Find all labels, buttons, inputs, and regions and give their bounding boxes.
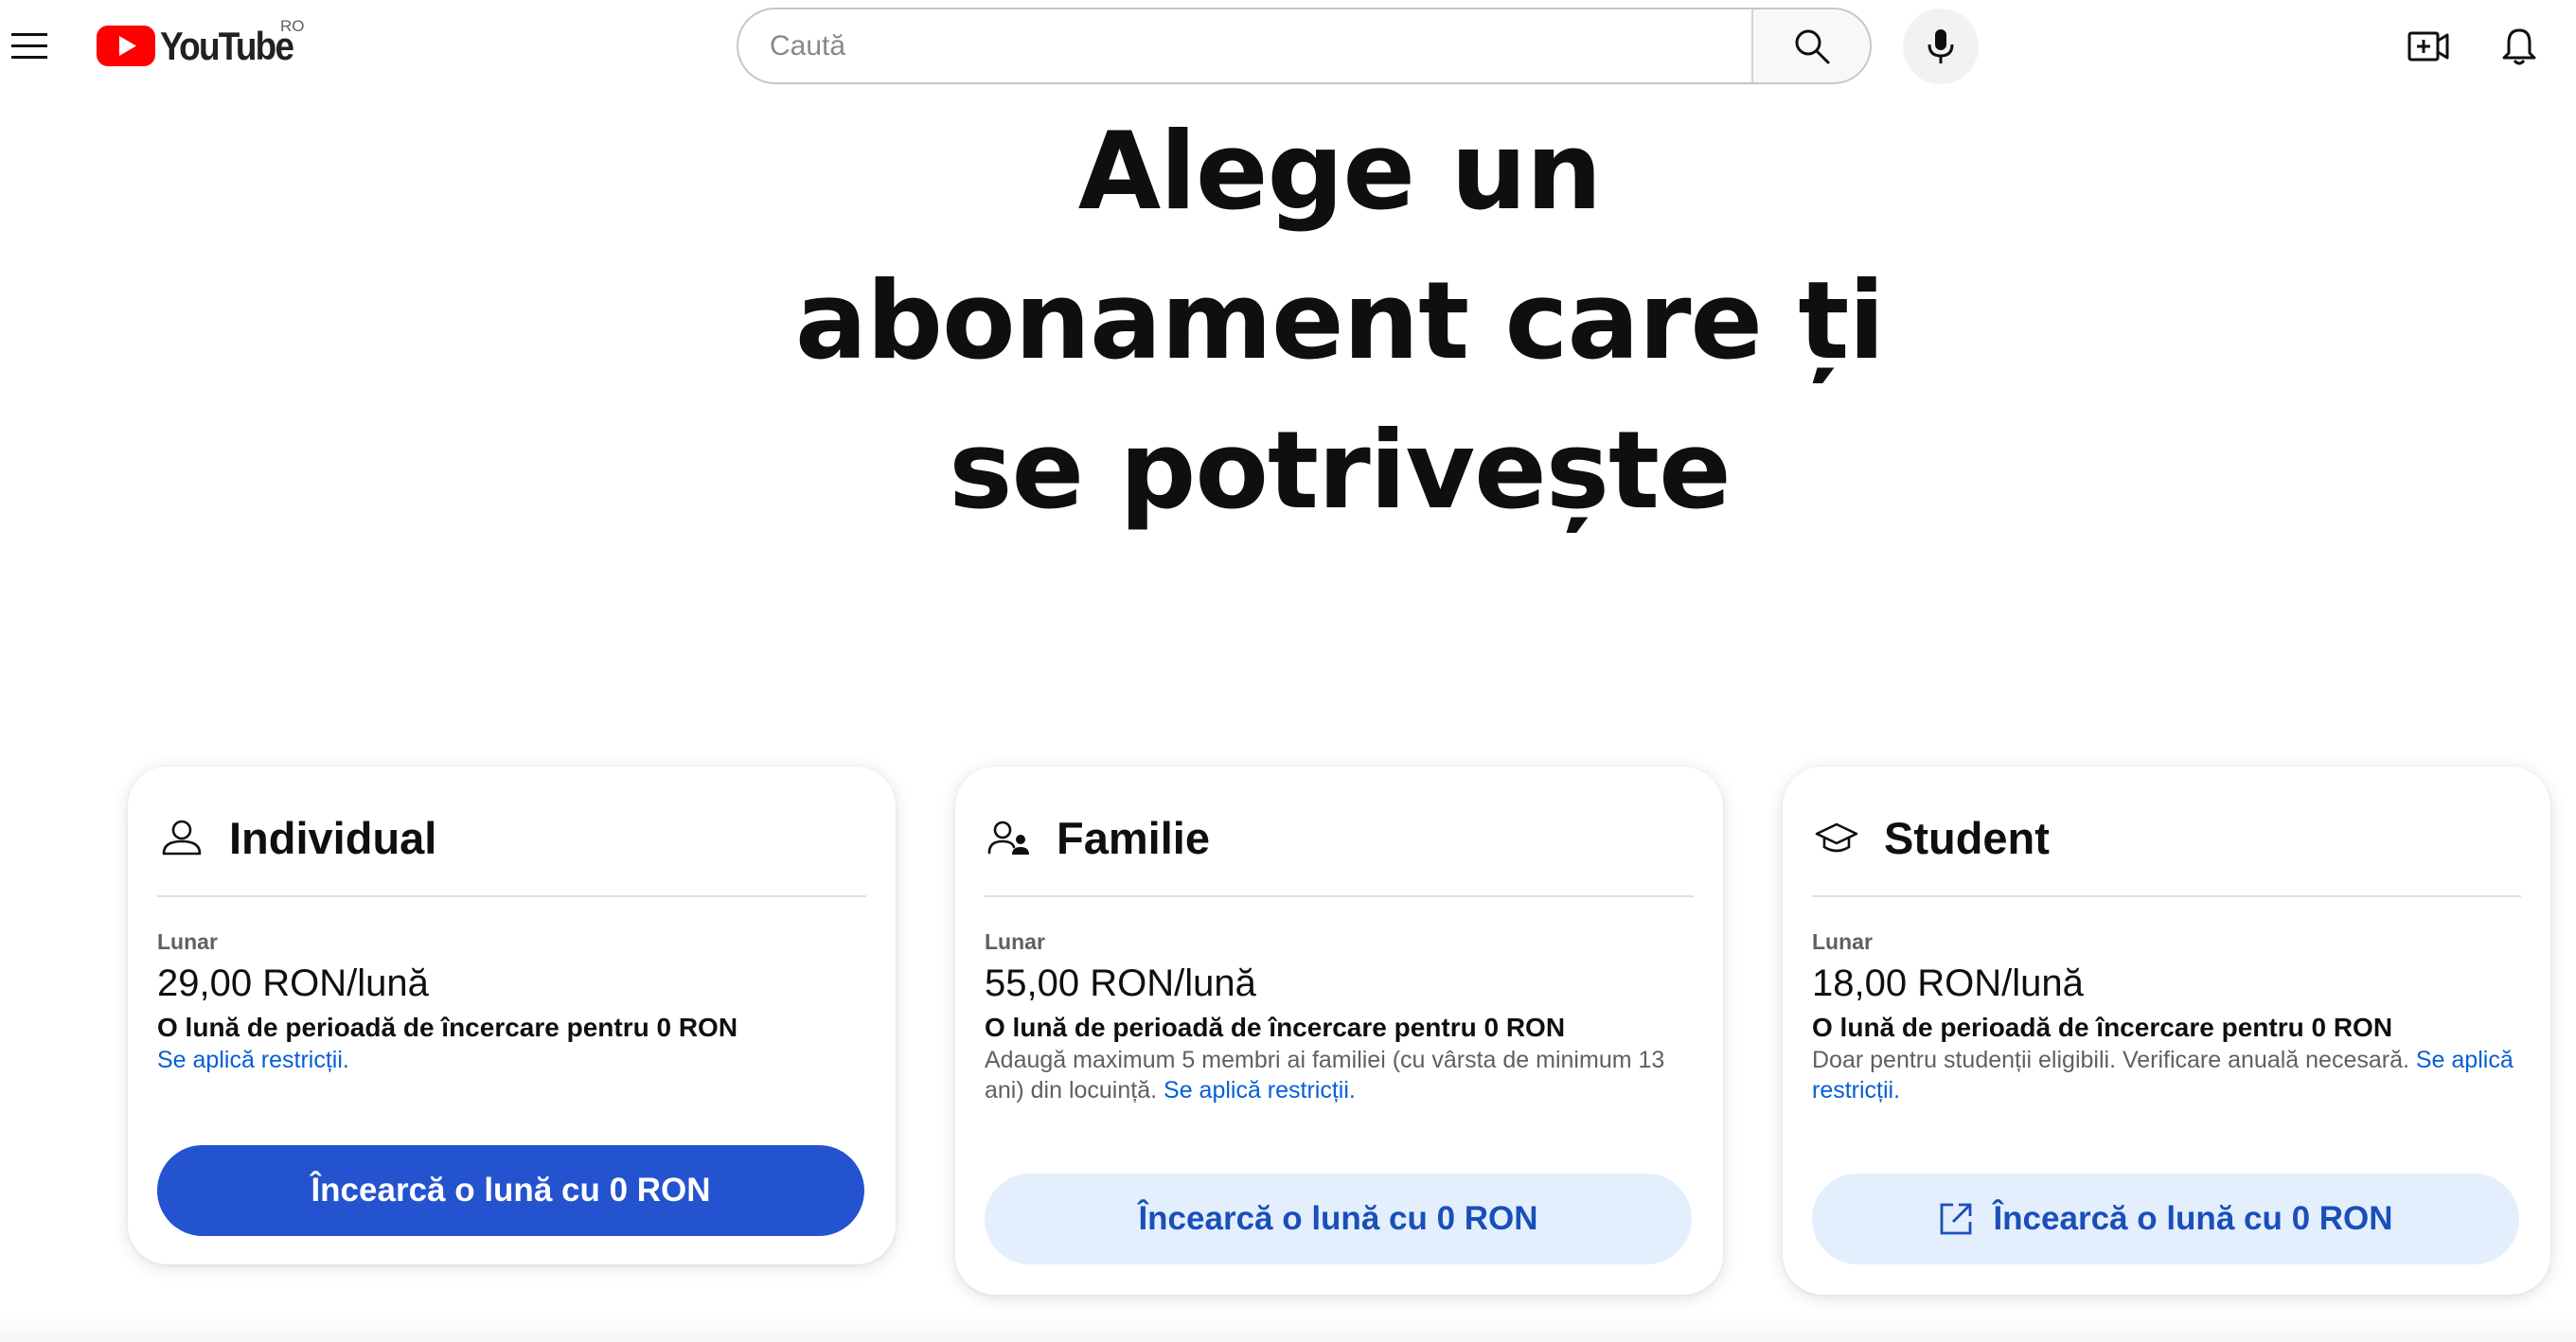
card-divider bbox=[157, 895, 866, 897]
youtube-play-icon bbox=[97, 26, 155, 66]
search-input[interactable] bbox=[738, 9, 1751, 82]
plan-price: 55,00 RON/lună bbox=[985, 962, 1256, 1004]
microphone-icon bbox=[1928, 29, 1954, 63]
region-code: RO bbox=[280, 17, 305, 35]
try-student-button[interactable]: Încearcă o lună cu 0 RON bbox=[1812, 1174, 2519, 1264]
restrictions-link[interactable]: Se aplică restricții. bbox=[1164, 1077, 1356, 1104]
card-divider bbox=[985, 895, 1694, 897]
cta-label: Încearcă o lună cu 0 RON bbox=[311, 1172, 711, 1209]
family-icon bbox=[986, 816, 1031, 860]
notifications-button[interactable] bbox=[2492, 19, 2546, 73]
cta-label: Încearcă o lună cu 0 RON bbox=[1993, 1200, 2393, 1237]
billing-period: Lunar bbox=[157, 929, 218, 954]
plan-header: Individual bbox=[159, 800, 436, 875]
try-family-button[interactable]: Încearcă o lună cu 0 RON bbox=[985, 1174, 1692, 1264]
plan-price: 18,00 RON/lună bbox=[1812, 962, 2084, 1004]
restrictions-link[interactable]: Se aplică restricții. bbox=[157, 1047, 349, 1073]
plan-header: Familie bbox=[986, 800, 1210, 875]
plan-name: Individual bbox=[229, 812, 437, 863]
external-link-icon bbox=[1938, 1201, 1974, 1237]
page-bottom-shadow bbox=[0, 1314, 2576, 1342]
plan-name: Familie bbox=[1057, 812, 1210, 863]
hamburger-menu-icon bbox=[10, 32, 47, 59]
youtube-logo[interactable]: YouTube RO bbox=[97, 17, 311, 68]
plan-description: Se aplică restricții. bbox=[157, 1045, 877, 1075]
menu-button[interactable] bbox=[8, 22, 52, 70]
search-button[interactable] bbox=[1751, 9, 1870, 82]
plan-description-text: Doar pentru studenții eligibili. Verific… bbox=[1812, 1047, 2416, 1073]
create-video-icon bbox=[2407, 31, 2448, 61]
plan-card-family: Familie Lunar 55,00 RON/lună O lună de p… bbox=[955, 767, 1723, 1295]
top-bar: YouTube RO bbox=[0, 0, 2576, 92]
plan-header: Student bbox=[1814, 800, 2050, 875]
graduation-cap-icon bbox=[1814, 816, 1858, 860]
create-button[interactable] bbox=[2401, 19, 2455, 73]
logo-wordmark: YouTube bbox=[160, 23, 294, 68]
voice-search-button[interactable] bbox=[1903, 9, 1979, 84]
search-icon bbox=[1795, 29, 1829, 63]
billing-period: Lunar bbox=[1812, 929, 1873, 954]
page-title-line: Alege un bbox=[1077, 109, 1603, 234]
plan-card-individual: Individual Lunar 29,00 RON/lună O lună d… bbox=[128, 767, 896, 1264]
plan-card-student: Student Lunar 18,00 RON/lună O lună de p… bbox=[1783, 767, 2550, 1295]
trial-offer: O lună de perioadă de încercare pentru 0… bbox=[985, 1013, 1566, 1042]
billing-period: Lunar bbox=[985, 929, 1045, 954]
plan-description: Adaugă maximum 5 membri ai familiei (cu … bbox=[985, 1045, 1704, 1105]
try-individual-button[interactable]: Încearcă o lună cu 0 RON bbox=[157, 1145, 864, 1236]
plan-description: Doar pentru studenții eligibili. Verific… bbox=[1812, 1045, 2532, 1105]
page-title-line: se potrivește bbox=[949, 408, 1731, 533]
search-bar bbox=[737, 8, 1872, 84]
plan-name: Student bbox=[1884, 812, 2050, 863]
person-icon bbox=[159, 816, 204, 860]
page-title: Alege un abonament care ți se potrivește bbox=[720, 97, 1960, 545]
card-divider bbox=[1812, 895, 2521, 897]
trial-offer: O lună de perioadă de încercare pentru 0… bbox=[157, 1013, 738, 1042]
cta-label: Încearcă o lună cu 0 RON bbox=[1138, 1200, 1538, 1237]
bell-icon bbox=[2502, 28, 2535, 64]
plan-price: 29,00 RON/lună bbox=[157, 962, 429, 1004]
trial-offer: O lună de perioadă de încercare pentru 0… bbox=[1812, 1013, 2393, 1042]
page-title-line: abonament care ți bbox=[794, 258, 1885, 383]
